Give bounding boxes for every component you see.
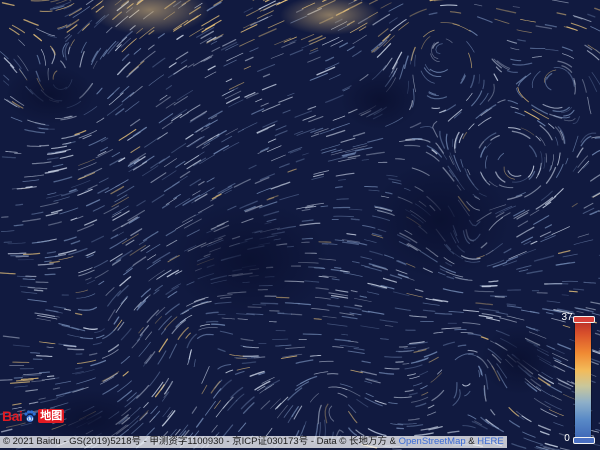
flow-streak: [350, 218, 360, 221]
map-canvas[interactable]: Bai du 地图 © 2021 Baidu - GS(2019)5218号 -…: [0, 0, 600, 450]
flow-streak: [334, 266, 342, 269]
legend-max-label: 37: [561, 312, 573, 323]
flow-streak: [434, 312, 453, 315]
flow-streak: [15, 203, 24, 206]
flow-streak: [0, 379, 13, 381]
flow-streak: [336, 198, 349, 200]
legend-min-handle[interactable]: [573, 437, 595, 444]
copyright-text: © 2021 Baidu - GS(2019)5218号 - 甲测资字11009…: [3, 436, 399, 447]
flow-streak: [395, 158, 405, 160]
flow-streak: [594, 137, 600, 139]
flow-streak: [302, 333, 322, 336]
legend-min-label: 0: [564, 433, 570, 444]
legend-max-handle[interactable]: [573, 316, 595, 323]
flow-streak: [25, 186, 33, 189]
flow-streak: [290, 313, 303, 316]
flow-streak: [545, 153, 547, 163]
here-link[interactable]: HERE: [477, 436, 503, 447]
flow-streak: [364, 186, 378, 188]
legend-color-bar: [575, 319, 591, 441]
copyright-separator: &: [465, 436, 478, 447]
flow-streak: [26, 145, 42, 147]
flow-streak: [7, 252, 27, 255]
flow-streak: [67, 348, 85, 351]
flow-streak: [474, 290, 494, 293]
flow-streak: [1, 156, 16, 159]
flow-streak: [250, 356, 260, 358]
flow-streak: [36, 355, 53, 357]
flow-streak: [392, 448, 402, 450]
color-legend: 37 0: [560, 312, 600, 448]
product-text: 地图: [38, 409, 65, 423]
flow-streak: [46, 375, 55, 378]
flow-streak: [483, 387, 486, 396]
flow-streak: [13, 377, 23, 379]
copyright-bar: © 2021 Baidu - GS(2019)5218号 - 甲测资字11009…: [0, 436, 507, 448]
svg-text:du: du: [27, 417, 33, 423]
flow-streak: [30, 351, 41, 354]
flow-streak: [313, 318, 322, 320]
flow-streak: [33, 289, 44, 292]
flow-streak: [440, 4, 458, 7]
flow-streak: [22, 278, 36, 280]
baidu-map-logo[interactable]: Bai du 地图: [2, 406, 65, 426]
flow-streak: [334, 186, 343, 189]
flow-streak: [319, 360, 334, 363]
flow-streak: [1, 216, 9, 218]
flow-streak: [333, 215, 355, 218]
brand-text: Bai: [2, 408, 23, 424]
baidu-paw-icon: du: [23, 409, 37, 423]
flow-streak: [489, 295, 508, 298]
flow-streak: [568, 290, 578, 293]
openstreetmap-link[interactable]: OpenStreetMap: [399, 436, 466, 447]
flow-streak: [384, 356, 403, 358]
flow-streak: [38, 371, 50, 374]
flow-streak: [205, 320, 219, 323]
wind-flow-layer: [0, 0, 600, 450]
